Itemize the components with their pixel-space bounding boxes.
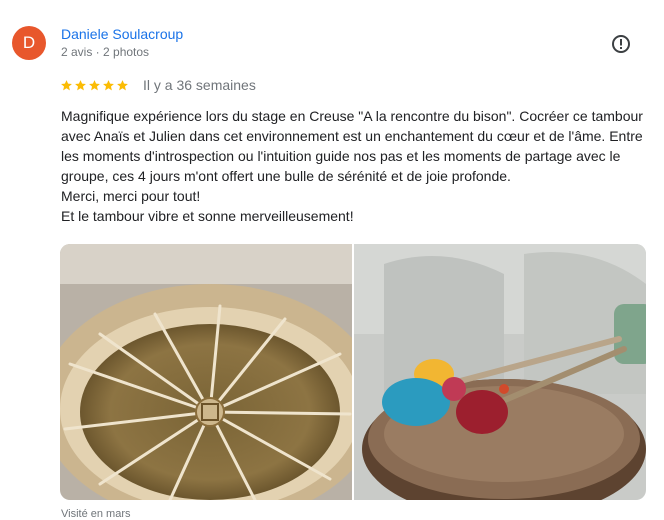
star-icon: [61, 79, 72, 90]
star-icon: [75, 79, 86, 90]
avatar[interactable]: D: [12, 26, 46, 60]
avatar-initial: D: [22, 33, 36, 52]
star-rating: [60, 79, 129, 92]
report-button[interactable]: [610, 33, 632, 55]
rating-row: Il y a 36 semaines: [60, 77, 256, 93]
review-photo-drum-beaters[interactable]: [354, 244, 646, 500]
star-icon: [117, 79, 128, 90]
review-photo-drum[interactable]: [60, 244, 352, 500]
review-paragraph: Et le tambour vibre et sonne merveilleus…: [61, 208, 354, 224]
author-name[interactable]: Daniele Soulacroup: [61, 26, 183, 42]
report-icon: [612, 35, 630, 53]
star-icon: [89, 79, 100, 90]
star-icon: [103, 79, 114, 90]
review-paragraph: Merci, merci pour tout!: [61, 188, 201, 204]
review-text: Magnifique expérience lors du stage en C…: [61, 106, 645, 226]
visited-date: Visité en mars: [61, 508, 131, 520]
author-meta: 2 avis · 2 photos: [61, 45, 150, 59]
review-paragraph: Magnifique expérience lors du stage en C…: [61, 108, 643, 184]
review-time: Il y a 36 semaines: [143, 77, 256, 93]
